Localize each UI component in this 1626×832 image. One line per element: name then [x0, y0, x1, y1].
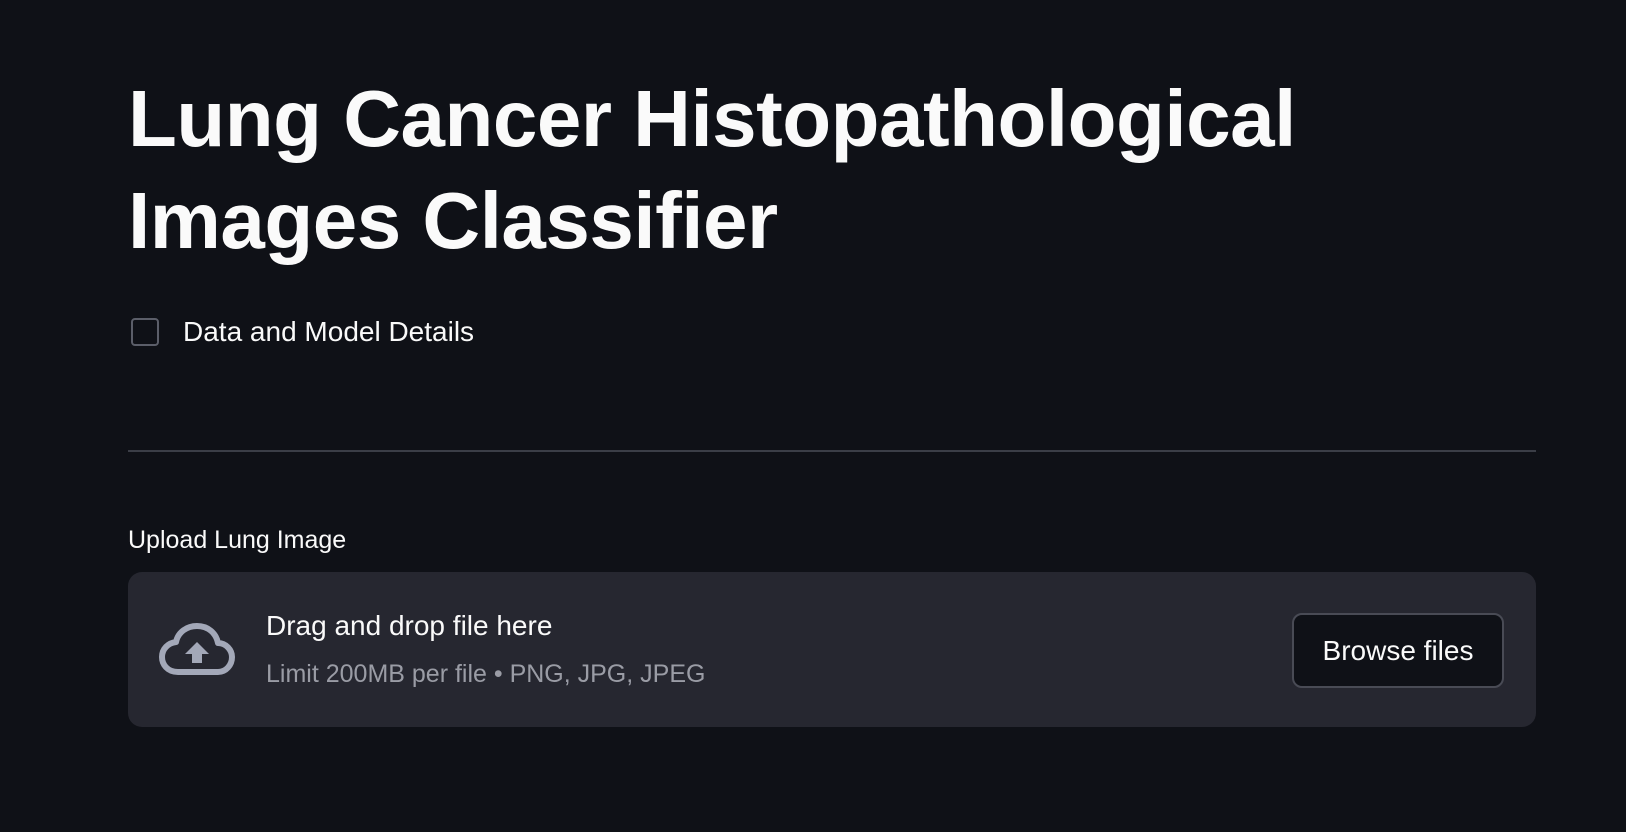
- page-title: Lung Cancer Histopathological Images Cla…: [128, 74, 1296, 265]
- browse-files-button[interactable]: Browse files: [1292, 613, 1504, 688]
- details-checkbox-label[interactable]: Data and Model Details: [183, 314, 474, 350]
- dropzone-instructions: Drag and drop file here: [266, 610, 553, 641]
- upload-label: Upload Lung Image: [128, 526, 347, 554]
- details-checkbox[interactable]: [131, 318, 159, 346]
- cloud-upload-icon: [159, 623, 235, 675]
- file-dropzone[interactable]: Drag and drop file here Limit 200MB per …: [128, 572, 1536, 727]
- section-divider: [128, 450, 1536, 452]
- dropzone-limit-text: Limit 200MB per file • PNG, JPG, JPEG: [266, 660, 706, 688]
- details-checkbox-row[interactable]: Data and Model Details: [131, 314, 474, 350]
- app-page: Lung Cancer Histopathological Images Cla…: [0, 0, 1626, 832]
